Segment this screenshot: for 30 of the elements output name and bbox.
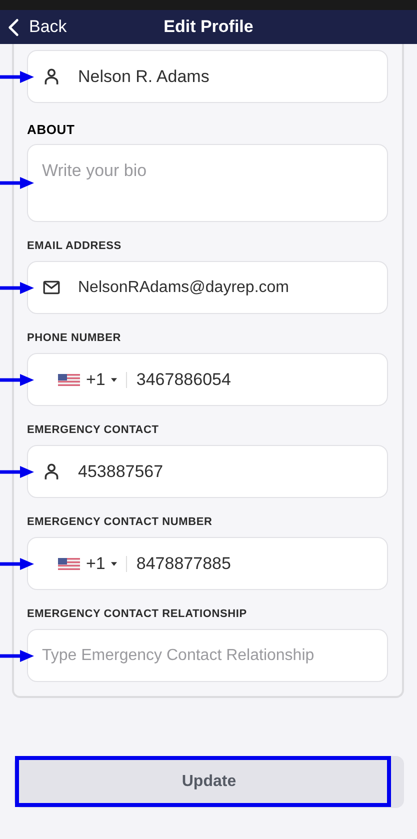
field-label: EMERGENCY CONTACT NUMBER — [27, 516, 212, 529]
country-code[interactable]: +1 — [86, 554, 106, 574]
back-button[interactable]: Back — [0, 17, 67, 37]
email-field[interactable]: NelsonRAdams@dayrep.com — [27, 261, 388, 314]
input-field[interactable]: 453887567 — [27, 445, 388, 498]
mail-icon — [42, 278, 61, 297]
caret-icon — [111, 562, 118, 566]
country-code[interactable]: +1 — [86, 370, 106, 390]
phone-field[interactable]: +1 3467886054 — [27, 353, 388, 406]
field-label: ABOUT — [27, 123, 75, 136]
input-field[interactable]: Nelson R. Adams — [27, 50, 388, 103]
annotation-arrow — [0, 372, 34, 386]
flag-icon — [58, 558, 80, 570]
annotation-arrow — [0, 464, 34, 478]
field-label: EMERGENCY CONTACT RELATIONSHIP — [27, 608, 247, 621]
field-label: PHONE NUMBER — [27, 332, 122, 345]
flag-icon — [58, 374, 80, 386]
person-icon — [42, 67, 61, 86]
field-label: EMAIL ADDRESS — [27, 240, 122, 253]
annotation-arrow — [0, 280, 34, 294]
screen-title: Edit Profile — [164, 17, 254, 37]
person-icon — [42, 462, 61, 481]
field-label: EMERGENCY CONTACT — [27, 424, 159, 437]
annotation-arrow — [0, 648, 34, 662]
annotation-arrow — [0, 556, 34, 570]
caret-icon — [111, 378, 118, 382]
back-icon — [8, 18, 19, 36]
annotation-arrow — [0, 176, 34, 190]
phone-field[interactable]: +1 8478877885 — [27, 537, 388, 590]
annotation-arrow — [0, 70, 34, 84]
